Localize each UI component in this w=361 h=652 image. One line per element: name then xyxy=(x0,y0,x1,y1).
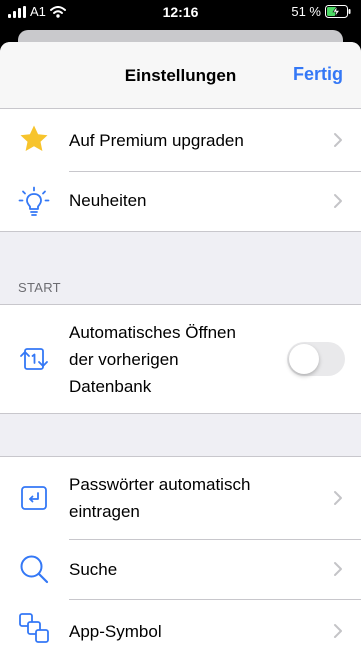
group-premium: Auf Premium upgraden Neuheiten xyxy=(0,108,361,232)
settings-sheet: Einstellungen Fertig Auf Premium upgrade… xyxy=(0,42,361,652)
row-autofill-passwords[interactable]: Passwörter automatisch eintragen xyxy=(0,457,361,539)
autofill-passwords-label: Passwörter automatisch eintragen xyxy=(69,475,251,521)
upgrade-premium-label: Auf Premium upgraden xyxy=(69,131,244,150)
group-start: Automatisches Öffnen der vorherigen Date… xyxy=(0,304,361,414)
row-search[interactable]: Suche xyxy=(0,539,361,599)
chevron-right-icon xyxy=(334,624,342,638)
battery-percent: 51 % xyxy=(291,4,321,19)
row-auto-open-database: Automatisches Öffnen der vorherigen Date… xyxy=(0,305,361,413)
lightbulb-icon xyxy=(18,186,50,216)
search-label: Suche xyxy=(69,560,118,579)
chevron-right-icon xyxy=(334,133,342,147)
auto-open-database-label: Automatisches Öffnen der vorherigen Date… xyxy=(69,323,236,396)
status-right: 51 % xyxy=(291,4,351,19)
whats-new-label: Neuheiten xyxy=(69,191,147,210)
group-features: Passwörter automatisch eintragen Suche A… xyxy=(0,456,361,652)
navigation-bar: Einstellungen Fertig xyxy=(0,42,361,109)
chevron-right-icon xyxy=(334,562,342,576)
row-upgrade-premium[interactable]: Auf Premium upgraden xyxy=(0,109,361,171)
autofill-icon xyxy=(21,486,47,510)
toggle-knob xyxy=(289,344,319,374)
search-icon xyxy=(20,555,49,584)
row-whats-new[interactable]: Neuheiten xyxy=(0,171,361,231)
auto-open-toggle[interactable] xyxy=(287,342,345,376)
star-icon xyxy=(20,125,48,151)
sync-database-icon xyxy=(20,348,48,370)
row-app-icon[interactable]: App-Symbol xyxy=(0,599,361,652)
chevron-right-icon xyxy=(334,194,342,208)
status-bar: A1 12:16 51 % xyxy=(0,0,361,24)
done-button[interactable]: Fertig xyxy=(293,64,343,85)
app-icon xyxy=(19,613,49,643)
section-header-start: START xyxy=(18,280,61,295)
app-icon-label: App-Symbol xyxy=(69,622,162,641)
battery-charging-icon xyxy=(325,5,351,18)
chevron-right-icon xyxy=(334,491,342,505)
